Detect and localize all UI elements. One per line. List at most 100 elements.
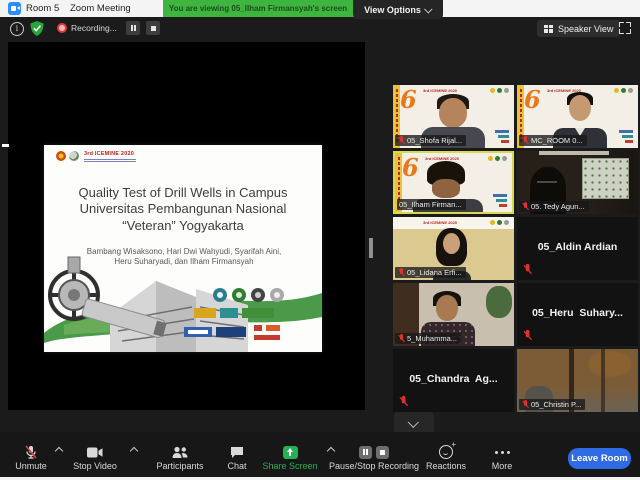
ceiling-light bbox=[539, 151, 609, 155]
view-options-label: View Options bbox=[364, 5, 421, 15]
leave-room-label: Leave Room bbox=[571, 453, 628, 464]
participant-tile-shofa[interactable]: 3rd ICEMINE 2020 05_Shofa Rijal... bbox=[393, 85, 514, 148]
share-screen-label: Share Screen bbox=[258, 461, 322, 471]
virtual-bg-brand: 3rd ICEMINE 2020 bbox=[423, 88, 457, 93]
reactions-label: Reactions bbox=[420, 461, 472, 471]
participant-tile-muhammad[interactable]: 5_Muhamma... bbox=[393, 283, 514, 346]
chat-bubble-icon bbox=[216, 444, 258, 460]
chat-label: Chat bbox=[216, 461, 258, 471]
participants-button[interactable]: Participants bbox=[147, 444, 213, 471]
chat-button[interactable]: Chat bbox=[216, 444, 258, 471]
chevron-down-icon bbox=[408, 417, 419, 428]
participant-name: 05_Heru Suhary... bbox=[517, 307, 638, 319]
pause-stop-recording-label: Pause/Stop Recording bbox=[320, 461, 428, 471]
presentation-slide: 3rd ICEMINE 2020 Quality Test of Drill W… bbox=[44, 145, 322, 352]
participant-name: 05_Lidana Erfi... bbox=[407, 268, 462, 277]
tree-trunk bbox=[601, 349, 605, 412]
more-dots-icon bbox=[482, 444, 522, 460]
muted-mic-icon bbox=[522, 264, 532, 275]
more-button[interactable]: More bbox=[482, 444, 522, 471]
leave-room-button[interactable]: Leave Room bbox=[568, 448, 631, 469]
icemine-6-logo bbox=[524, 89, 544, 115]
share-screen-button[interactable]: Share Screen bbox=[258, 444, 322, 471]
slide-artwork bbox=[44, 255, 322, 352]
cursor-artifact bbox=[2, 144, 9, 147]
unmute-button[interactable]: Unmute bbox=[6, 444, 56, 471]
participant-tile-heru-video-off[interactable]: 05_Heru Suhary... bbox=[517, 283, 638, 346]
university-logo bbox=[56, 151, 66, 161]
conference-subtitle-lines bbox=[84, 158, 136, 162]
slide-title: Quality Test of Drill Wells in Campus Un… bbox=[58, 185, 308, 234]
muted-mic-icon bbox=[397, 334, 405, 343]
participant-name: 05. Tedy Agun... bbox=[531, 202, 585, 211]
icemine-6-logo bbox=[400, 89, 420, 115]
participant-name-label: MC_ROOM 0... bbox=[519, 135, 587, 146]
viewing-screen-banner-text: You are viewing 05_Ilham Firmansyah's sc… bbox=[169, 4, 347, 13]
participant-tile-ilham-active-speaker[interactable]: 3rd ICEMINE 2020 05_Ilham Firman... bbox=[393, 151, 514, 214]
speaker-view-button[interactable]: Speaker View bbox=[537, 20, 620, 37]
zoom-meeting-window: Room 5 Zoom Meeting You are viewing 05_I… bbox=[0, 0, 640, 480]
participants-icon bbox=[147, 444, 213, 460]
participant-name: 05_Shofa Rijal... bbox=[407, 136, 462, 145]
participant-name-label: 05_Shofa Rijal... bbox=[395, 135, 466, 146]
muted-mic-icon bbox=[6, 444, 56, 460]
virtual-bg-logos bbox=[490, 220, 509, 225]
stop-recording-button[interactable] bbox=[146, 21, 160, 35]
virtual-bg-logos bbox=[488, 156, 507, 161]
participant-tile-lidana[interactable]: 3rd ICEMINE 2020 05_Lidana Erfi... bbox=[393, 217, 514, 280]
reactions-smiley-icon bbox=[420, 444, 472, 460]
encryption-shield-icon[interactable] bbox=[30, 21, 44, 36]
participant-name-label: 05_Ilham Firman... bbox=[397, 199, 466, 210]
share-screen-icon bbox=[258, 444, 322, 460]
viewing-screen-banner: You are viewing 05_Ilham Firmansyah's sc… bbox=[163, 0, 353, 17]
participant-tile-mc-room[interactable]: 3rd ICEMINE 2020 MC_ROOM 0... bbox=[517, 85, 638, 148]
virtual-bg-brand: 3rd ICEMINE 2020 bbox=[423, 220, 457, 225]
zoom-app-icon bbox=[8, 2, 21, 15]
muted-mic-icon bbox=[521, 136, 529, 145]
participant-name: 05_Christin P... bbox=[531, 400, 581, 409]
participant-name: 05_Ilham Firman... bbox=[399, 200, 462, 209]
participant-name: MC_ROOM 0... bbox=[531, 136, 583, 145]
muted-mic-icon bbox=[521, 202, 529, 211]
virtual-bg-sponsors bbox=[495, 130, 509, 143]
participant-name: 5_Muhamma... bbox=[407, 334, 457, 343]
virtual-bg-sponsors bbox=[619, 130, 633, 143]
stop-video-button[interactable]: Stop Video bbox=[66, 444, 124, 471]
participant-name-label: 5_Muhamma... bbox=[395, 333, 461, 344]
muted-mic-icon bbox=[397, 268, 405, 277]
wall-poster bbox=[582, 158, 629, 199]
speaker-view-label: Speaker View bbox=[558, 24, 613, 34]
gallery-grid-icon bbox=[544, 25, 553, 33]
participant-tile-tedy[interactable]: 05. Tedy Agun... bbox=[517, 151, 638, 214]
more-label: More bbox=[482, 461, 522, 471]
unmute-label: Unmute bbox=[6, 461, 56, 471]
participant-name-label: 05_Lidana Erfi... bbox=[395, 267, 466, 278]
pause-recording-button[interactable] bbox=[126, 21, 140, 35]
participants-label: Participants bbox=[147, 461, 213, 471]
muted-mic-icon bbox=[397, 136, 405, 145]
muted-mic-icon bbox=[398, 396, 408, 407]
participant-tile-aldin-video-off[interactable]: 05_Aldin Ardian bbox=[517, 217, 638, 280]
virtual-bg-sponsors bbox=[493, 194, 507, 207]
fullscreen-icon[interactable] bbox=[619, 22, 631, 34]
recording-indicator-icon bbox=[57, 23, 67, 33]
participant-tile-chandra-video-off[interactable]: 05_Chandra Ag... bbox=[393, 349, 514, 412]
meeting-info-icon[interactable] bbox=[10, 22, 24, 36]
participant-tile-christin[interactable]: 05_Christin P... bbox=[517, 349, 638, 412]
conference-logo bbox=[69, 151, 79, 161]
room-name: Room 5 bbox=[26, 3, 59, 14]
more-participants-button[interactable] bbox=[394, 412, 434, 434]
reactions-button[interactable]: Reactions bbox=[420, 444, 472, 471]
stop-video-label: Stop Video bbox=[66, 461, 124, 471]
window-title: Zoom Meeting bbox=[70, 3, 131, 14]
video-options-caret[interactable] bbox=[130, 447, 138, 455]
audio-options-caret[interactable] bbox=[55, 447, 63, 455]
scrollbar-thumb[interactable] bbox=[369, 238, 373, 258]
pause-stop-recording-button[interactable]: Pause/Stop Recording bbox=[320, 444, 428, 471]
camera-icon bbox=[66, 444, 124, 460]
conference-name: 3rd ICEMINE 2020 bbox=[84, 151, 134, 157]
participant-name: 05_Aldin Ardian bbox=[517, 241, 638, 253]
pause-stop-recording-icons bbox=[320, 444, 428, 460]
view-options-button[interactable]: View Options bbox=[353, 0, 443, 19]
shared-screen-area: 3rd ICEMINE 2020 Quality Test of Drill W… bbox=[8, 42, 365, 410]
